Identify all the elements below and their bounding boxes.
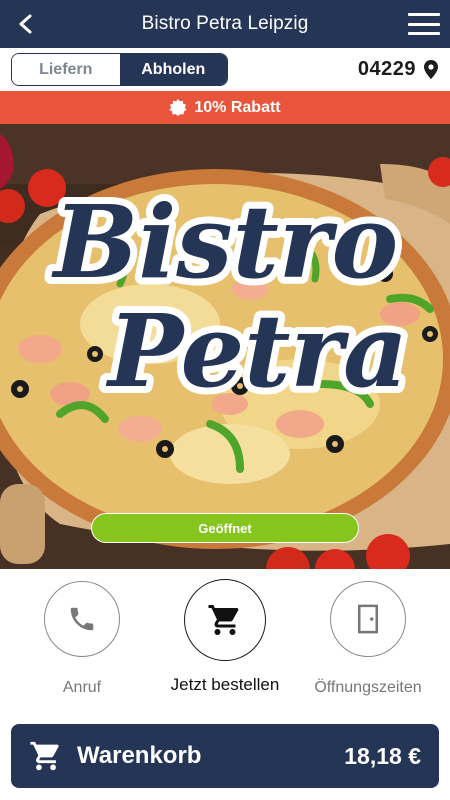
cart-icon [30,741,59,771]
chevron-left-icon [19,14,32,34]
pizza-illustration: Bistro Bistro Petra Petra [0,124,450,569]
mode-option-abholen[interactable]: Abholen [119,54,227,85]
hours-action[interactable]: Öffnungszeiten [298,581,438,697]
badge-icon [169,98,187,116]
svg-text:Petra: Petra [105,292,408,410]
phone-icon [70,607,94,631]
mode-bar: Liefern Abholen 04229 [0,48,450,91]
opening-hours-label: Öffnungszeiten [314,679,422,696]
call-action[interactable]: Anruf [12,581,152,697]
svg-text:Bistro: Bistro [51,183,398,301]
opening-hours-button[interactable] [330,581,406,657]
order-now-label: Jetzt bestellen [170,675,280,694]
order-action[interactable]: Jetzt bestellen [155,579,295,695]
call-label: Anruf [62,679,102,696]
cart-button[interactable]: Warenkorb 18,18 € [11,724,439,788]
action-row: Anruf Jetzt bestellen Öffnungszeiten [0,569,450,719]
page-title: Bistro Petra Leipzig [141,13,309,34]
promo-label: 10% Rabatt [194,98,281,116]
open-status-button[interactable]: Geöffnet [91,513,359,543]
order-now-button[interactable] [184,579,266,661]
hamburger-menu-icon[interactable] [408,11,440,37]
app-header: Bistro Petra Leipzig [0,0,450,48]
door-icon [358,604,378,634]
call-button[interactable] [44,581,120,657]
promo-banner[interactable]: 10% Rabatt [0,91,450,124]
mode-option-liefern[interactable]: Liefern [12,54,120,85]
cart-total: 18,18 € [344,742,421,769]
delivery-mode-toggle: Liefern Abholen [11,53,228,86]
location-selector[interactable]: 04229 [358,58,438,81]
zip-code: 04229 [357,58,416,80]
cart-label: Warenkorb [77,742,202,769]
location-pin-icon [424,60,438,79]
cart-icon [208,605,239,635]
back-button[interactable] [12,10,40,38]
restaurant-hero-image: Bistro Bistro Petra Petra Geöffnet [0,124,450,569]
